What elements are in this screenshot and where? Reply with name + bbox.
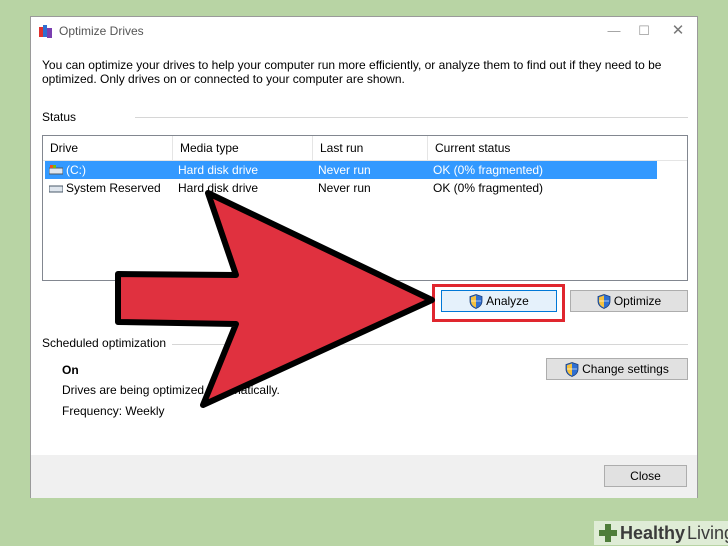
healthy-living-watermark: Healthy Living — [594, 521, 728, 545]
plus-icon — [599, 524, 617, 542]
red-arrow-annotation — [115, 190, 435, 408]
watermark-prefix: Healthy — [620, 522, 686, 543]
watermark-suffix: Living — [687, 522, 728, 543]
